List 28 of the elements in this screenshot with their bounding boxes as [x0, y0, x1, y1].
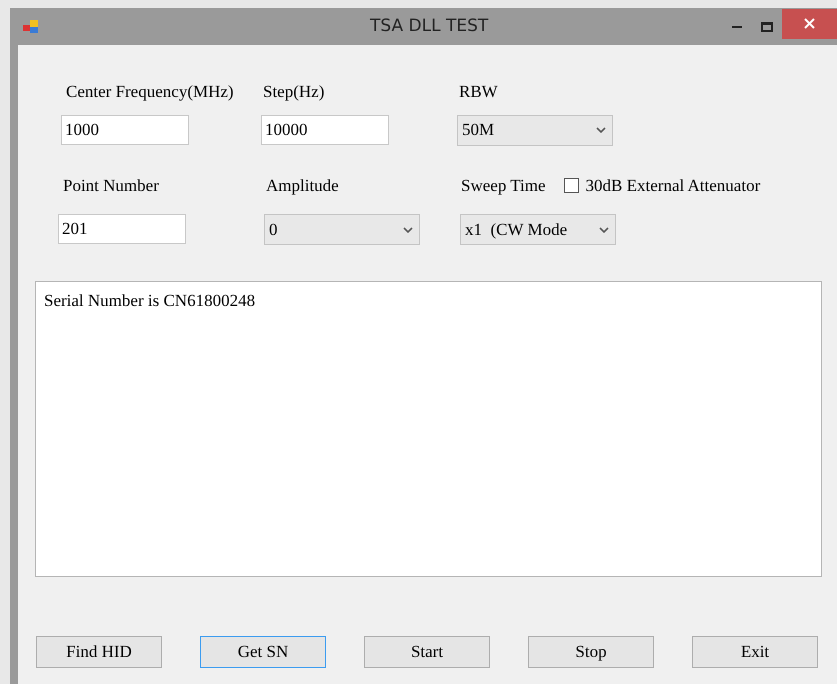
checkbox-label: 30dB External Attenuator — [586, 174, 760, 196]
app-icon — [22, 18, 40, 34]
field-label: RBW — [459, 81, 499, 103]
action-button[interactable]: Stop — [528, 636, 654, 668]
action-button[interactable]: Get SN — [200, 636, 326, 668]
field-label: Sweep Time — [461, 174, 546, 197]
chevron-down-icon — [599, 226, 609, 232]
field-label: Amplitude — [266, 174, 340, 197]
field-label: Step(Hz) — [263, 81, 326, 103]
field-label: Center Frequency(MHz) — [66, 81, 235, 103]
window-title: TSA DLL TEST — [370, 14, 488, 38]
close-button[interactable] — [782, 8, 837, 38]
action-button[interactable]: Exit — [692, 636, 818, 668]
log-text: Serial Number is CN61800248 — [44, 291, 256, 310]
log-area[interactable]: Serial Number is CN61800248 — [35, 281, 822, 577]
chevron-down-icon — [596, 127, 606, 133]
chevron-down-icon — [403, 226, 413, 232]
text-field[interactable]: 10000 — [261, 114, 389, 144]
field-label: Point Number — [63, 174, 160, 196]
dropdown[interactable]: 50M — [457, 114, 613, 146]
checkbox[interactable] — [564, 178, 579, 193]
action-button[interactable]: Find HID — [36, 636, 162, 668]
close-icon — [804, 18, 815, 29]
dropdown[interactable]: 0 — [264, 214, 420, 245]
text-field[interactable]: 201 — [58, 214, 186, 244]
text-field[interactable]: 1000 — [61, 114, 189, 144]
dropdown[interactable]: x1 (CW Mode — [460, 214, 616, 245]
action-button[interactable]: Start — [364, 636, 490, 668]
